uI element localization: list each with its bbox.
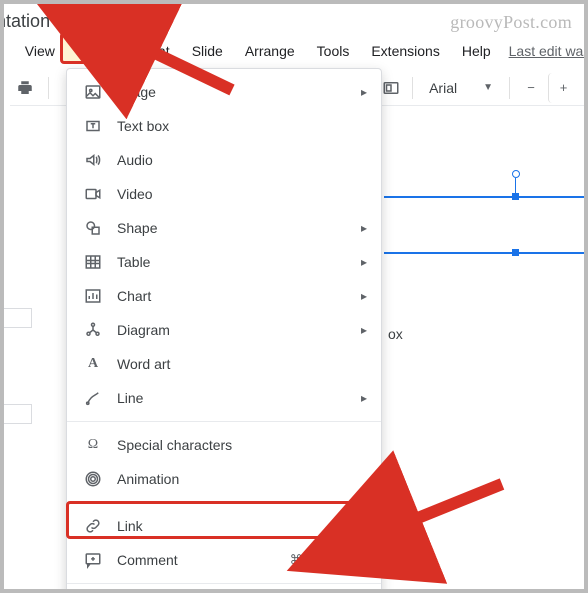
- animation-icon: [83, 469, 103, 489]
- menu-item-line[interactable]: Line ▸: [67, 381, 381, 415]
- menu-item-comment[interactable]: Comment ⌘+Option+M: [67, 543, 381, 577]
- submenu-arrow-icon: ▸: [361, 323, 367, 337]
- slide-thumbnail[interactable]: [2, 404, 32, 424]
- star-icon[interactable]: [62, 12, 80, 30]
- font-select[interactable]: Arial ▼: [419, 74, 503, 102]
- table-icon: [83, 252, 103, 272]
- annotation-arrow: [384, 474, 514, 554]
- menu-item-audio[interactable]: Audio: [67, 143, 381, 177]
- menu-extensions[interactable]: Extensions: [361, 39, 449, 63]
- special-chars-icon: Ω: [83, 435, 103, 455]
- move-icon[interactable]: [92, 12, 110, 30]
- doc-title[interactable]: d presentation: [0, 11, 50, 32]
- menu-divider: [67, 583, 381, 584]
- textbox-fragment: ox: [388, 326, 403, 342]
- menu-arrange[interactable]: Arrange: [235, 39, 305, 63]
- menu-item-diagram[interactable]: Diagram ▸: [67, 313, 381, 347]
- submenu-arrow-icon: ▸: [361, 221, 367, 235]
- audio-icon: [83, 150, 103, 170]
- menu-item-label: Table: [117, 254, 365, 270]
- highlight-comment: [66, 501, 382, 539]
- menu-divider: [67, 421, 381, 422]
- menu-help[interactable]: Help: [452, 39, 501, 63]
- annotation-arrow: [122, 32, 242, 102]
- menu-item-special-characters[interactable]: Ω Special characters: [67, 428, 381, 462]
- menu-item-shape[interactable]: Shape ▸: [67, 211, 381, 245]
- submenu-arrow-icon: ▸: [361, 391, 367, 405]
- font-decrease[interactable]: −: [516, 73, 546, 103]
- comment-icon: [83, 550, 103, 570]
- diagram-icon: [83, 320, 103, 340]
- print-icon[interactable]: [10, 73, 40, 103]
- menu-item-label: Diagram: [117, 322, 365, 338]
- image-icon: [83, 82, 103, 102]
- menu-item-video[interactable]: Video: [67, 177, 381, 211]
- menu-item-word-art[interactable]: A Word art: [67, 347, 381, 381]
- menu-item-text-box[interactable]: Text box: [67, 109, 381, 143]
- font-name: Arial: [429, 80, 457, 96]
- selection-edge[interactable]: [384, 252, 584, 254]
- menu-item-label: Line: [117, 390, 365, 406]
- menu-item-label: Shape: [117, 220, 365, 236]
- font-increase[interactable]: +: [548, 73, 578, 103]
- word-art-icon: A: [83, 354, 103, 374]
- menu-item-table[interactable]: Table ▸: [67, 245, 381, 279]
- menu-item-label: Chart: [117, 288, 365, 304]
- chart-icon: [83, 286, 103, 306]
- menu-item-chart[interactable]: Chart ▸: [67, 279, 381, 313]
- menu-edit[interactable]: dit: [0, 39, 13, 63]
- shape-icon: [83, 218, 103, 238]
- line-icon: [83, 388, 103, 408]
- text-box-icon: [83, 116, 103, 136]
- submenu-arrow-icon: ▸: [361, 289, 367, 303]
- menu-item-label: Audio: [117, 152, 365, 168]
- submenu-arrow-icon: ▸: [361, 85, 367, 99]
- watermark: groovyPost.com: [450, 12, 572, 33]
- menu-item-label: Animation: [117, 471, 365, 487]
- menu-item-animation[interactable]: Animation: [67, 462, 381, 496]
- highlight-insert: [60, 32, 128, 64]
- submenu-arrow-icon: ▸: [361, 255, 367, 269]
- selection-handle[interactable]: [512, 249, 519, 256]
- menu-view[interactable]: View: [15, 39, 65, 63]
- shortcut: ⌘+Option+M: [290, 552, 367, 568]
- menu-tools[interactable]: Tools: [307, 39, 360, 63]
- cloud-icon[interactable]: [122, 12, 140, 30]
- selection-edge[interactable]: [384, 196, 584, 198]
- rotation-handle[interactable]: [512, 170, 520, 178]
- menu-item-label: Video: [117, 186, 365, 202]
- selection-handle[interactable]: [512, 193, 519, 200]
- chevron-down-icon: ▼: [483, 82, 493, 93]
- video-icon: [83, 184, 103, 204]
- menu-item-label: Special characters: [117, 437, 365, 453]
- slide-thumbnail[interactable]: [2, 308, 32, 328]
- menu-item-label: Text box: [117, 118, 365, 134]
- menu-item-label: Word art: [117, 356, 365, 372]
- last-edit-link[interactable]: Last edit was sec: [503, 39, 588, 63]
